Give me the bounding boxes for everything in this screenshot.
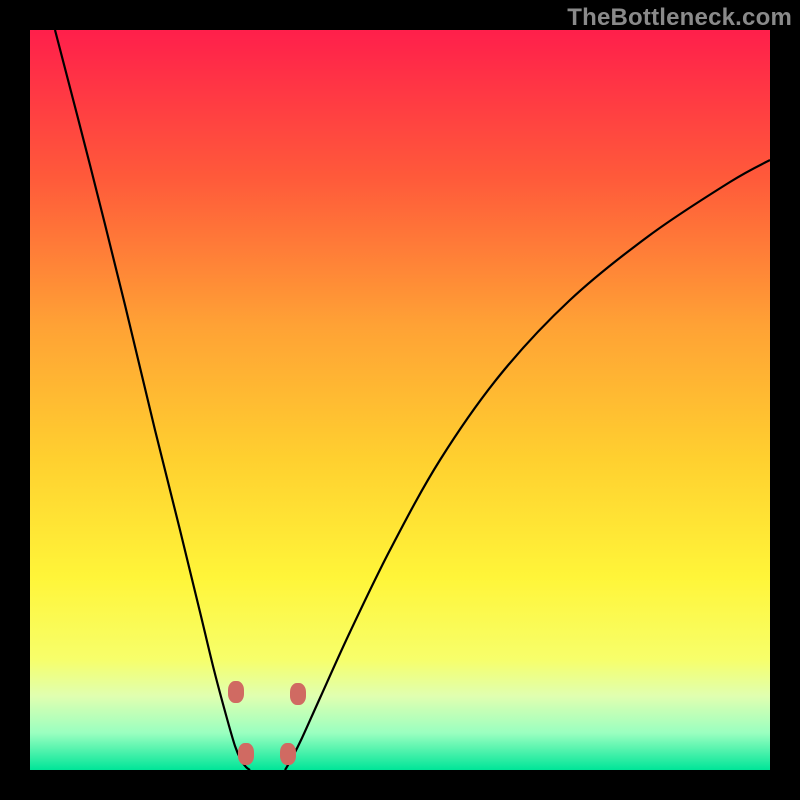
gradient-bg bbox=[30, 30, 770, 770]
marker-right-lower bbox=[280, 743, 296, 765]
marker-left-lower bbox=[238, 743, 254, 765]
watermark-text: TheBottleneck.com bbox=[567, 4, 792, 32]
plot-frame bbox=[30, 30, 770, 770]
marker-right-upper bbox=[290, 683, 306, 705]
marker-left-upper bbox=[228, 681, 244, 703]
bottleneck-plot bbox=[30, 30, 770, 770]
